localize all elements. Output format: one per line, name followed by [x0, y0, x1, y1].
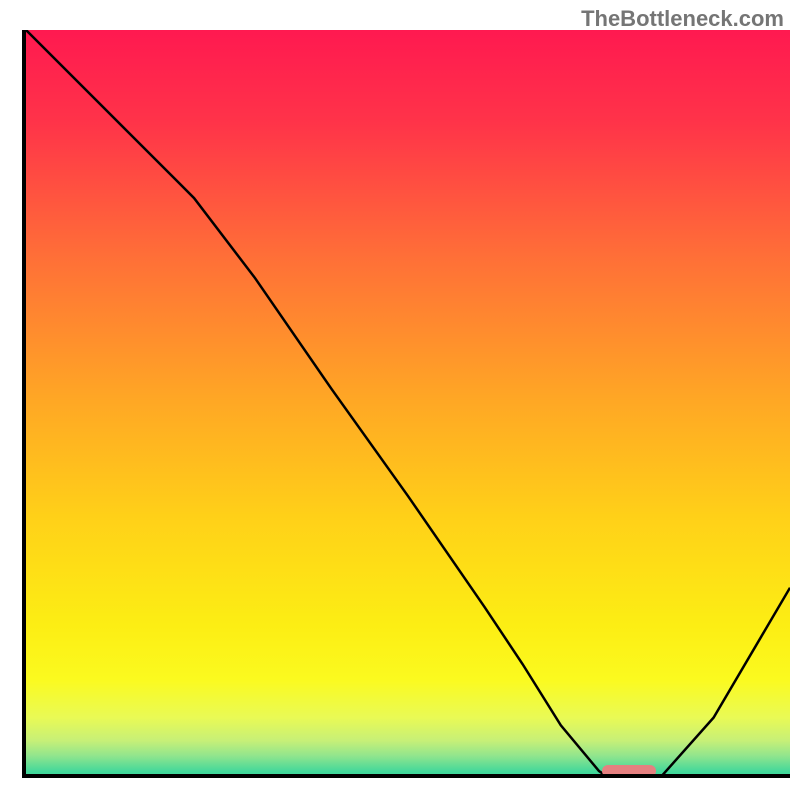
- watermark-text: TheBottleneck.com: [581, 6, 784, 32]
- optimal-range-marker: [602, 765, 656, 777]
- plot-area: [22, 30, 790, 778]
- bottleneck-curve: [26, 30, 790, 778]
